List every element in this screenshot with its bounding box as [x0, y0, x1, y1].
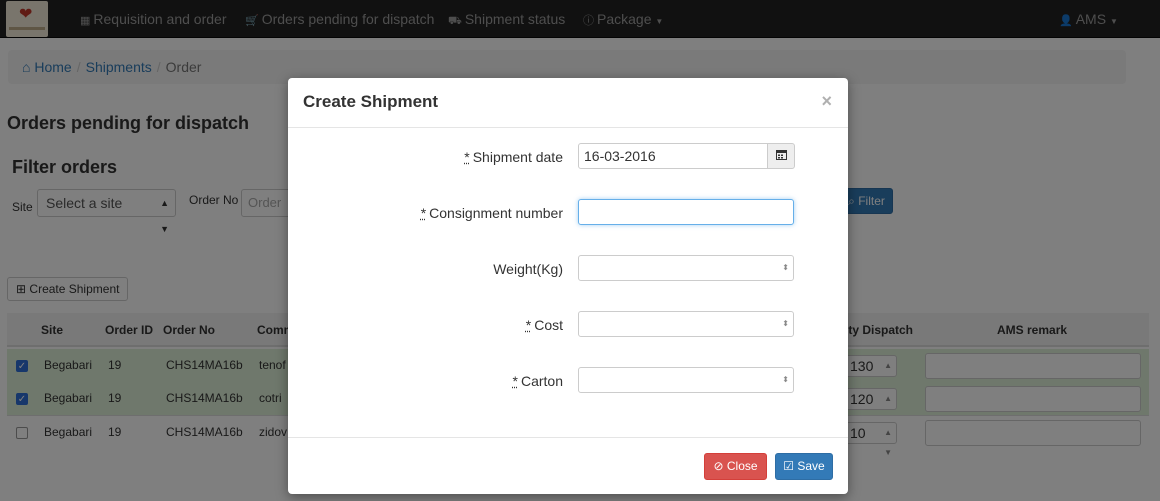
ban-icon: ⊘ — [713, 459, 724, 473]
carton-label: * Carton — [512, 373, 563, 389]
spinner-icon[interactable]: ⬍ — [782, 368, 789, 392]
shipment-date-input[interactable]: 16-03-2016 — [578, 143, 768, 169]
weight-input[interactable]: ⬍ — [578, 255, 794, 281]
check-square-icon: ☑ — [783, 459, 795, 473]
cost-input[interactable]: ⬍ — [578, 311, 794, 337]
weight-label: Weight(Kg) — [493, 261, 563, 277]
modal-header: Create Shipment × — [288, 78, 848, 128]
shipment-date-label: * Shipment date — [464, 149, 563, 165]
consignment-number-input[interactable] — [578, 199, 794, 225]
consignment-number-label: * Consignment number — [420, 205, 563, 221]
close-icon[interactable]: × — [821, 92, 832, 110]
calendar-icon[interactable] — [767, 143, 795, 169]
spinner-icon[interactable]: ⬍ — [782, 312, 789, 336]
modal-title: Create Shipment — [303, 92, 439, 111]
carton-input[interactable]: ⬍ — [578, 367, 794, 393]
modal-footer: ⊘ Close ☑ Save — [288, 437, 848, 494]
create-shipment-modal: Create Shipment × * Shipment date 16-03-2… — [288, 78, 848, 494]
cost-label: * Cost — [525, 317, 563, 333]
close-button[interactable]: ⊘ Close — [704, 453, 767, 480]
shipment-date-picker[interactable]: 16-03-2016 — [578, 143, 795, 169]
spinner-icon[interactable]: ⬍ — [782, 256, 789, 280]
save-button[interactable]: ☑ Save — [775, 453, 833, 480]
